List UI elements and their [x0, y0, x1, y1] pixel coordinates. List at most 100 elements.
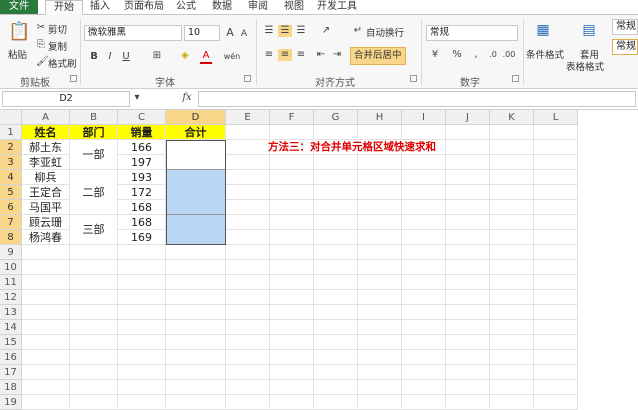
- cell[interactable]: [226, 275, 270, 290]
- cell[interactable]: [314, 155, 358, 170]
- cell[interactable]: [358, 215, 402, 230]
- cell[interactable]: [118, 395, 166, 410]
- cell[interactable]: [226, 335, 270, 350]
- cell[interactable]: [226, 140, 270, 155]
- cell[interactable]: [534, 125, 578, 140]
- row-header-8[interactable]: 8: [0, 230, 22, 245]
- paste-icon[interactable]: 📋: [8, 21, 30, 43]
- cell[interactable]: [226, 230, 270, 245]
- cell[interactable]: [118, 290, 166, 305]
- cell[interactable]: [22, 260, 70, 275]
- dept-merged-cell[interactable]: 一部: [70, 140, 118, 170]
- cell[interactable]: [534, 365, 578, 380]
- cell[interactable]: [490, 305, 534, 320]
- cell[interactable]: [490, 365, 534, 380]
- cell[interactable]: [358, 365, 402, 380]
- clipboard-launcher-icon[interactable]: [70, 75, 77, 82]
- cut-icon[interactable]: ✂: [36, 22, 46, 34]
- increase-indent-icon[interactable]: ⇥: [330, 49, 344, 61]
- cell[interactable]: [358, 185, 402, 200]
- cell[interactable]: [490, 155, 534, 170]
- cell[interactable]: [22, 365, 70, 380]
- tab-file[interactable]: 文件: [0, 0, 38, 14]
- cell[interactable]: [270, 350, 314, 365]
- align-bottom-icon[interactable]: ☰: [294, 25, 308, 37]
- cell[interactable]: [226, 305, 270, 320]
- cell[interactable]: [314, 185, 358, 200]
- cell[interactable]: [70, 395, 118, 410]
- cell[interactable]: [490, 170, 534, 185]
- cell[interactable]: [70, 350, 118, 365]
- italic-button[interactable]: I: [104, 51, 116, 63]
- tab-home[interactable]: 开始: [45, 0, 83, 15]
- cell[interactable]: [402, 320, 446, 335]
- cell[interactable]: [402, 275, 446, 290]
- row-header-12[interactable]: 12: [0, 290, 22, 305]
- cell[interactable]: [358, 380, 402, 395]
- name-cell[interactable]: 王定合: [22, 185, 70, 200]
- cell[interactable]: [314, 275, 358, 290]
- cell[interactable]: [314, 290, 358, 305]
- cell[interactable]: [226, 245, 270, 260]
- cell[interactable]: [22, 395, 70, 410]
- cell[interactable]: [22, 290, 70, 305]
- cell[interactable]: [358, 230, 402, 245]
- cell[interactable]: [166, 350, 226, 365]
- cell[interactable]: [270, 335, 314, 350]
- cell[interactable]: [22, 275, 70, 290]
- cut-button[interactable]: 剪切: [48, 22, 67, 36]
- cell[interactable]: [314, 170, 358, 185]
- phonetic-button[interactable]: wén: [222, 51, 242, 63]
- comma-icon[interactable]: ,: [470, 49, 482, 61]
- cell[interactable]: [358, 320, 402, 335]
- orientation-icon[interactable]: ↗: [318, 25, 334, 37]
- cell[interactable]: [402, 305, 446, 320]
- dept-merged-cell[interactable]: 二部: [70, 170, 118, 215]
- cell[interactable]: [402, 125, 446, 140]
- cell[interactable]: [270, 170, 314, 185]
- cell[interactable]: [314, 335, 358, 350]
- cell[interactable]: [314, 350, 358, 365]
- cell[interactable]: [534, 170, 578, 185]
- total-merged-cell[interactable]: [166, 170, 226, 215]
- bold-button[interactable]: B: [88, 51, 100, 63]
- cell[interactable]: [270, 230, 314, 245]
- column-header-a[interactable]: A: [22, 110, 70, 125]
- sales-cell[interactable]: 172: [118, 185, 166, 200]
- cell[interactable]: [226, 125, 270, 140]
- cell[interactable]: [446, 125, 490, 140]
- cell[interactable]: [70, 380, 118, 395]
- sales-cell[interactable]: 193: [118, 170, 166, 185]
- copy-button[interactable]: 复制: [48, 39, 67, 53]
- cell[interactable]: [314, 260, 358, 275]
- cell[interactable]: [490, 275, 534, 290]
- cell[interactable]: [314, 395, 358, 410]
- cell[interactable]: [534, 305, 578, 320]
- number-launcher-icon[interactable]: [512, 75, 519, 82]
- column-header-i[interactable]: I: [402, 110, 446, 125]
- column-header-j[interactable]: J: [446, 110, 490, 125]
- cell[interactable]: [446, 365, 490, 380]
- cell[interactable]: [118, 260, 166, 275]
- cell[interactable]: [446, 275, 490, 290]
- cell[interactable]: [166, 305, 226, 320]
- cell[interactable]: [118, 350, 166, 365]
- row-header-4[interactable]: 4: [0, 170, 22, 185]
- cell[interactable]: [166, 395, 226, 410]
- cell[interactable]: [446, 335, 490, 350]
- cell[interactable]: [358, 260, 402, 275]
- row-header-16[interactable]: 16: [0, 350, 22, 365]
- cell[interactable]: [22, 305, 70, 320]
- cell[interactable]: [270, 320, 314, 335]
- sales-cell[interactable]: 166: [118, 140, 166, 155]
- cell[interactable]: [226, 320, 270, 335]
- cell[interactable]: [270, 125, 314, 140]
- cell[interactable]: [226, 395, 270, 410]
- row-header-15[interactable]: 15: [0, 335, 22, 350]
- cell[interactable]: [358, 290, 402, 305]
- cell[interactable]: [22, 245, 70, 260]
- cell[interactable]: [70, 365, 118, 380]
- cell[interactable]: [402, 185, 446, 200]
- cell[interactable]: [270, 275, 314, 290]
- cell[interactable]: [446, 200, 490, 215]
